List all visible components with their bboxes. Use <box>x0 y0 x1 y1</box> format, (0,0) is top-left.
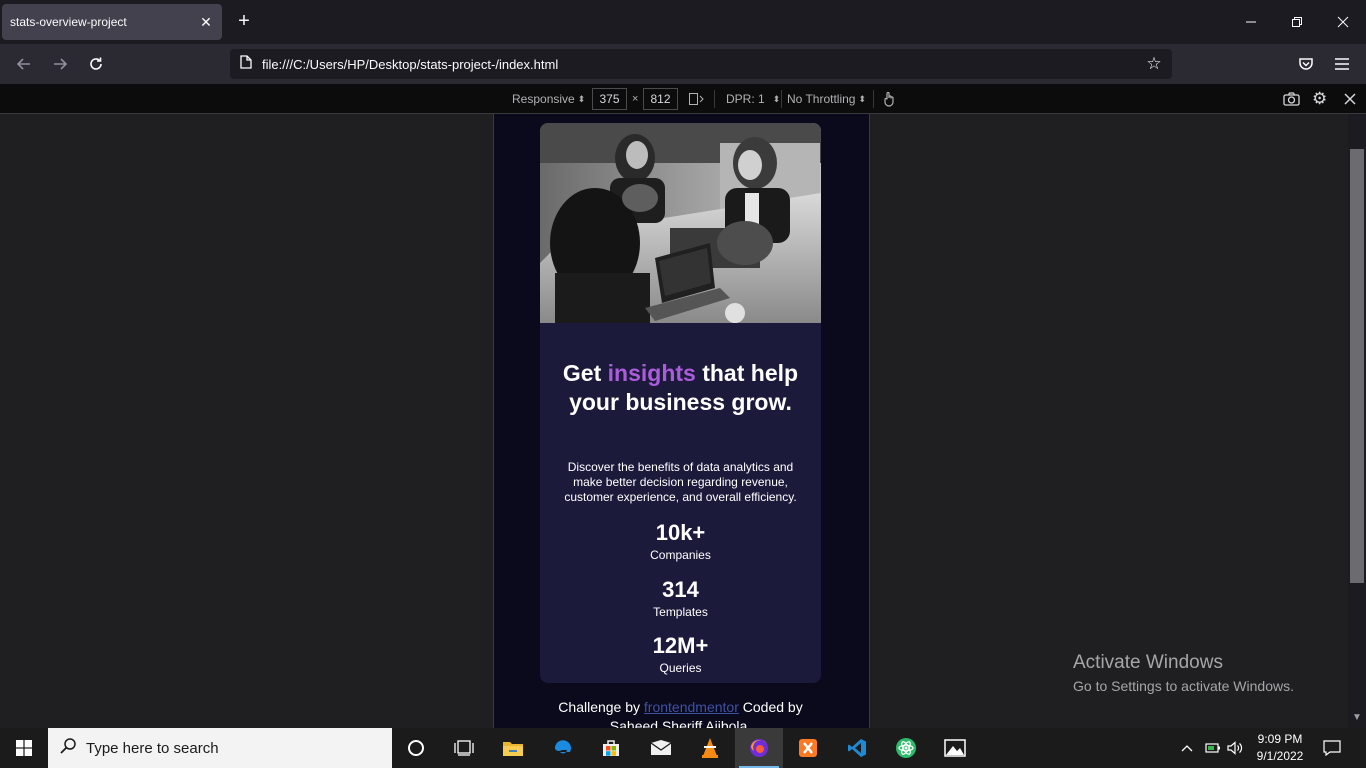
stat-value: 12M+ <box>652 633 709 658</box>
tab-active[interactable]: stats-overview-project ✕ <box>2 4 222 40</box>
tab-close-icon[interactable]: ✕ <box>194 10 218 34</box>
minimize-icon[interactable] <box>1228 0 1274 44</box>
taskbar-clock[interactable]: 9:09 PM 9/1/2022 <box>1244 731 1316 765</box>
updown-icon: ⬍ <box>772 93 781 104</box>
navigation-toolbar: file:///C:/Users/HP/Desktop/stats-projec… <box>0 44 1366 84</box>
file-explorer-icon[interactable] <box>489 728 537 768</box>
photos-app-icon[interactable] <box>931 728 979 768</box>
taskbar-search-box[interactable]: Type here to search <box>48 728 392 768</box>
stat-label: Queries <box>659 661 702 675</box>
close-window-icon[interactable] <box>1320 0 1366 44</box>
dimension-separator: × <box>632 93 639 105</box>
windows-taskbar: Type here to search 9:09 PM 9/1/2022 <box>0 728 1366 768</box>
updown-icon: ⬍ <box>858 93 867 104</box>
stat-label: Templates <box>653 605 708 619</box>
stats-card: Get insights that help your business gro… <box>540 123 821 683</box>
watermark-title: Activate Windows <box>1073 652 1223 673</box>
back-arrow-icon[interactable] <box>10 50 38 78</box>
office-photo <box>540 123 821 323</box>
device-selector[interactable]: Responsive ⬍ <box>512 84 585 114</box>
atom-editor-icon[interactable] <box>882 728 930 768</box>
viewport-width-input[interactable]: 375 <box>592 88 627 110</box>
tab-title: stats-overview-project <box>10 15 127 29</box>
page-viewport: Get insights that help your business gro… <box>493 114 870 728</box>
screenshot-camera-icon[interactable] <box>1283 84 1300 114</box>
stat-value: 314 <box>662 577 699 602</box>
dpr-label: DPR: 1 <box>726 92 765 106</box>
firefox-icon[interactable] <box>735 728 783 768</box>
url-text: file:///C:/Users/HP/Desktop/stats-projec… <box>262 56 559 72</box>
notification-center-icon[interactable] <box>1323 728 1341 768</box>
cortana-icon[interactable] <box>392 728 440 768</box>
windows-start-icon[interactable] <box>0 728 48 768</box>
show-hidden-icons-chevron-icon[interactable] <box>1181 728 1193 768</box>
search-icon <box>60 737 76 759</box>
heading-prefix: Get <box>562 360 608 386</box>
url-bar[interactable]: file:///C:/Users/HP/Desktop/stats-projec… <box>230 49 1172 79</box>
microsoft-store-icon[interactable] <box>587 728 635 768</box>
task-view-icon[interactable] <box>440 728 488 768</box>
attribution-prefix: Challenge by <box>558 699 644 715</box>
clock-date: 9/1/2022 <box>1256 749 1304 763</box>
reload-icon[interactable] <box>82 50 110 78</box>
scrollbar-thumb[interactable] <box>1350 149 1364 583</box>
hamburger-menu-icon[interactable] <box>1328 50 1356 78</box>
dpr-selector[interactable]: DPR: 1 ⬍ <box>726 84 780 114</box>
responsive-design-toolbar: Responsive ⬍ 375 × 812 DPR: 1 ⬍ No Throt… <box>0 84 1366 114</box>
bookmark-star-icon[interactable]: ☆ <box>1142 52 1166 76</box>
scroll-down-arrow-icon[interactable]: ▼ <box>1352 712 1362 723</box>
stat-value: 10k+ <box>655 520 706 545</box>
vscode-icon[interactable] <box>833 728 881 768</box>
watermark-subtitle: Go to Settings to activate Windows. <box>1073 678 1294 694</box>
updown-icon: ⬍ <box>577 93 586 104</box>
attribution: Challenge by frontendmentor Coded by Sah… <box>540 698 821 728</box>
search-placeholder: Type here to search <box>86 739 219 757</box>
restore-icon[interactable] <box>1274 0 1320 44</box>
viewport-height-input[interactable]: 812 <box>643 88 678 110</box>
stat-queries: 12M+ Queries <box>540 634 821 676</box>
stat-templates: 314 Templates <box>540 578 821 620</box>
file-page-icon <box>240 54 252 74</box>
volume-speaker-icon[interactable] <box>1227 728 1243 768</box>
card-description: Discover the benefits of data analytics … <box>564 460 797 504</box>
edge-browser-icon[interactable] <box>538 728 586 768</box>
card-heading: Get insights that help your business gro… <box>540 359 821 416</box>
stat-companies: 10k+ Companies <box>540 521 821 563</box>
rotate-viewport-icon[interactable] <box>688 84 704 114</box>
clock-time: 9:09 PM <box>1257 732 1303 746</box>
toolbar-divider <box>714 90 715 108</box>
frontendmentor-link[interactable]: frontendmentor <box>644 699 739 715</box>
mail-icon[interactable] <box>637 728 685 768</box>
stat-label: Companies <box>650 548 711 562</box>
battery-icon[interactable] <box>1205 728 1221 768</box>
toolbar-divider <box>781 90 782 108</box>
settings-gear-icon[interactable]: ⚙ <box>1312 84 1327 114</box>
page-scrollbar[interactable]: ▼ <box>1348 114 1366 728</box>
throttling-selector[interactable]: No Throttling ⬍ <box>787 84 866 114</box>
vlc-player-icon[interactable] <box>686 728 734 768</box>
close-rdm-icon[interactable] <box>1344 84 1356 114</box>
activate-windows-watermark: Activate Windows Go to Settings to activ… <box>1073 652 1294 696</box>
pocket-icon[interactable] <box>1292 50 1320 78</box>
throttling-label: No Throttling <box>787 92 856 106</box>
xampp-icon[interactable] <box>784 728 832 768</box>
forward-arrow-icon[interactable] <box>46 50 74 78</box>
touch-simulation-icon[interactable] <box>882 84 896 114</box>
tab-strip: stats-overview-project ✕ + <box>0 0 1366 44</box>
heading-accent: insights <box>607 360 696 386</box>
new-tab-plus-icon[interactable]: + <box>232 10 256 34</box>
device-selector-label: Responsive <box>512 92 575 106</box>
toolbar-divider <box>873 90 874 108</box>
